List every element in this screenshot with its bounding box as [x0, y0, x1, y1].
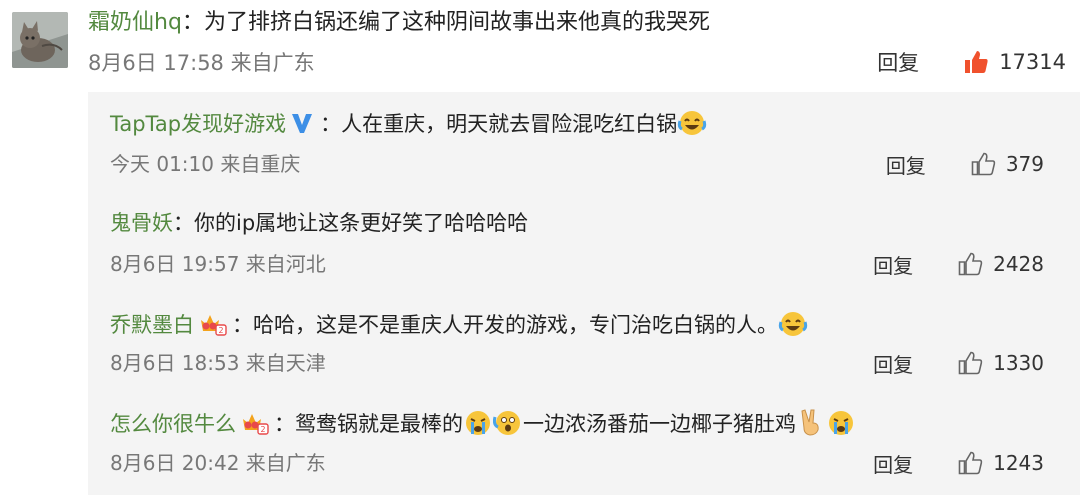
reply-actions: 回复 1243	[873, 448, 1044, 478]
like-count: 1330	[993, 351, 1044, 375]
like-count: 379	[1005, 152, 1044, 176]
crying-emoji	[466, 411, 490, 435]
reply-text: TapTap发现好游戏 ：人在重庆，明天就去冒险混吃红白锅	[110, 107, 707, 139]
main-comment-text: 霜奶仙hq：为了排挤白锅还编了这种阴间故事出来他真的我哭死	[88, 8, 710, 38]
like-button[interactable]: 17314	[963, 49, 1066, 75]
comment-body-part1: 鸳鸯锅就是最棒的	[295, 412, 463, 436]
verified-v-icon	[292, 114, 313, 133]
thumbs-up-filled-icon	[965, 51, 988, 73]
like-button[interactable]: 379	[970, 151, 1044, 177]
reply-text: 乔默墨白 2 ：哈哈，这是不是重庆人开发的游戏，专门治吃白锅的人。	[110, 308, 808, 340]
crown-fan-icon: 2	[201, 315, 227, 336]
like-button[interactable]: 2428	[957, 251, 1044, 277]
reply-button[interactable]: 回复	[873, 250, 913, 279]
reply-meta: 8月6日 20:42 来自广东	[110, 451, 326, 475]
like-button[interactable]: 1243	[957, 450, 1044, 476]
reply-username[interactable]: TapTap发现好游戏	[110, 112, 286, 136]
separator: ：	[173, 211, 194, 235]
reply-button[interactable]: 回复	[873, 349, 913, 378]
reply-button[interactable]: 回复	[877, 47, 919, 77]
separator: ：	[232, 313, 253, 337]
separator: ：	[320, 112, 342, 136]
reply-username[interactable]: 乔默墨白	[110, 313, 194, 337]
reply-username[interactable]: 怎么你很牛么	[110, 412, 236, 436]
thumbs-up-icon	[958, 252, 983, 276]
svg-text:2: 2	[260, 425, 265, 434]
comment-body: 你的ip属地让这条更好笑了哈哈哈哈	[194, 211, 529, 235]
like-count: 1243	[993, 451, 1044, 475]
laugh-cry-emoji	[778, 312, 808, 336]
reply-meta: 今天 01:10 来自重庆	[110, 152, 301, 176]
separator: ：	[274, 412, 295, 436]
separator: ：	[181, 10, 204, 35]
main-comment: 霜奶仙hq：为了排挤白锅还编了这种阴间故事出来他真的我哭死 8月6日 17:58…	[0, 0, 1080, 88]
comment-body: 人在重庆，明天就去冒险混吃红白锅	[341, 112, 678, 136]
svg-text:2: 2	[218, 326, 223, 335]
cat-avatar-icon[interactable]	[12, 12, 68, 68]
reply-text: 鬼骨妖：你的ip属地让这条更好笑了哈哈哈哈	[110, 208, 528, 238]
reply-actions: 回复 1330	[873, 348, 1044, 378]
reply-actions: 回复 2428	[873, 249, 1044, 279]
reply-text: 怎么你很牛么 2 ：鸳鸯锅就是最棒的 一边浓汤番茄一边椰子猪肚鸡	[110, 407, 856, 439]
main-comment-actions: 回复 17314	[877, 47, 1066, 77]
comment-body: 哈哈，这是不是重庆人开发的游戏，专门治吃白锅的人。	[253, 313, 778, 337]
scared-emoji	[493, 411, 520, 435]
like-count: 17314	[999, 50, 1066, 74]
reply-meta: 8月6日 19:57 来自河北	[110, 252, 326, 276]
comment-body: 为了排挤白锅还编了这种阴间故事出来他真的我哭死	[203, 10, 710, 35]
main-comment-username[interactable]: 霜奶仙hq	[88, 10, 182, 35]
victory-hand-emoji	[801, 409, 819, 436]
laugh-cry-emoji	[677, 111, 707, 135]
reply-username[interactable]: 鬼骨妖	[110, 211, 173, 235]
crown-fan-icon: 2	[243, 414, 269, 435]
comment-body-part2: 一边浓汤番茄一边椰子猪肚鸡	[523, 412, 796, 436]
like-button[interactable]: 1330	[957, 350, 1044, 376]
thumbs-up-icon	[958, 451, 983, 475]
thumbs-up-icon	[971, 152, 996, 176]
reply-actions: 回复 379	[886, 149, 1044, 179]
reply-list: TapTap发现好游戏 ：人在重庆，明天就去冒险混吃红白锅 今天 01:10 来自…	[88, 92, 1080, 495]
reply-button[interactable]: 回复	[873, 449, 913, 478]
reply-meta: 8月6日 18:53 来自天津	[110, 351, 326, 375]
crying-emoji	[829, 411, 853, 435]
like-count: 2428	[993, 252, 1044, 276]
main-comment-meta: 8月6日 17:58 来自广东	[88, 51, 315, 75]
thumbs-up-icon	[958, 351, 983, 375]
reply-button[interactable]: 回复	[886, 150, 926, 179]
